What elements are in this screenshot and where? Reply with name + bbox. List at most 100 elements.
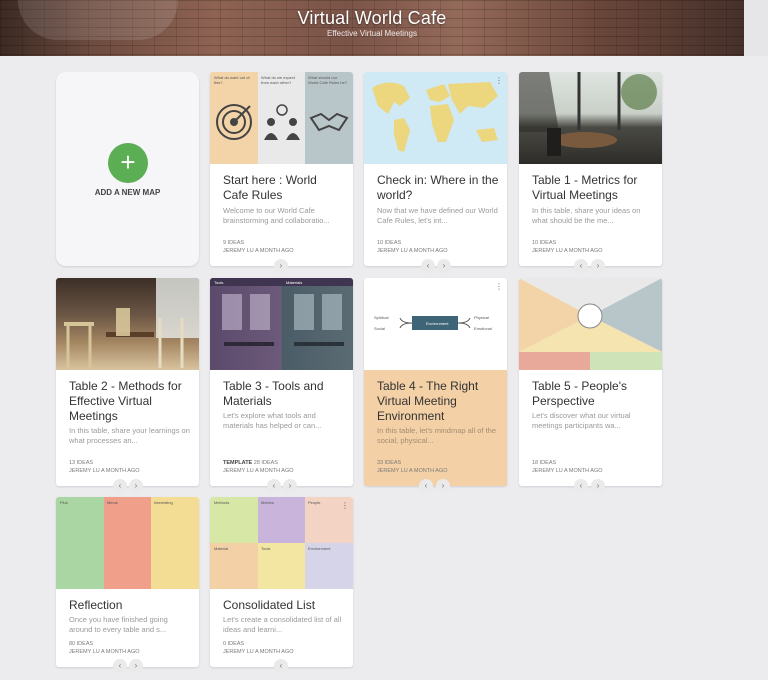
card-description: Let's create a consolidated list of all … bbox=[223, 615, 342, 634]
next-button[interactable]: › bbox=[129, 479, 143, 493]
card-description: In this table, let's mindmap all of the … bbox=[377, 426, 496, 445]
target-icon bbox=[216, 104, 252, 140]
chairs-photo-icon bbox=[64, 278, 199, 368]
mindmap-node: Social bbox=[374, 326, 385, 331]
mindmap-node: Physical bbox=[474, 315, 489, 320]
card-description: Let's discover what our virtual meetings… bbox=[532, 411, 631, 430]
restaurant-photo-thumbnail bbox=[56, 278, 199, 370]
thumb-cell-header: Tools bbox=[261, 546, 271, 551]
map-card-table-2[interactable]: Table 2 - Methods for Effective Virtual … bbox=[56, 278, 199, 493]
thumb-cell-header: Environment bbox=[308, 546, 331, 551]
card-idea-count: 0 IDEAS bbox=[223, 641, 245, 647]
meeting-room-photo-icon bbox=[222, 294, 344, 346]
card-author: JEREMY LU A MONTH AGO bbox=[223, 248, 294, 254]
tools-photo-thumbnail: Tools Materials bbox=[210, 278, 353, 370]
card-title: Table 5 - People's Perspective bbox=[532, 379, 628, 408]
prev-button[interactable]: ‹ bbox=[113, 659, 127, 673]
map-card-check-in[interactable]: ⋮ Check in: Where in the world? Now that… bbox=[364, 72, 507, 273]
add-new-map-label: ADD A NEW MAP bbox=[94, 188, 161, 197]
prev-button[interactable]: ‹ bbox=[274, 659, 288, 673]
card-author: JEREMY LU A MONTH AGO bbox=[223, 468, 294, 474]
card-idea-count: TEMPLATE 28 IDEAS bbox=[223, 460, 278, 466]
thumb-cell-header: Methods bbox=[214, 500, 230, 505]
prev-button[interactable]: ‹ bbox=[267, 479, 281, 493]
card-idea-count: 10 IDEAS bbox=[377, 240, 402, 246]
card-title: Table 4 - The Right Virtual Meeting Envi… bbox=[377, 379, 479, 423]
world-map-icon bbox=[372, 82, 498, 152]
thumb-column-header: Minus bbox=[107, 500, 118, 505]
next-button[interactable]: › bbox=[437, 259, 451, 273]
empathy-map-diagram-icon bbox=[519, 278, 662, 370]
world-map-thumbnail: ⋮ bbox=[364, 72, 507, 164]
card-title: Reflection bbox=[69, 598, 123, 612]
map-card-reflection[interactable]: Plus Minus Interesting Reflection Once y… bbox=[56, 497, 199, 673]
prev-button[interactable]: ‹ bbox=[574, 479, 588, 493]
page-subtitle: Effective Virtual Meetings bbox=[327, 29, 417, 38]
mindmap-thumbnail: Environment Spiritual Social Physical Em… bbox=[364, 278, 507, 370]
card-author: JEREMY LU A MONTH AGO bbox=[69, 468, 140, 474]
card-title: Table 1 - Metrics for Virtual Meetings bbox=[532, 173, 638, 202]
next-button[interactable]: › bbox=[591, 259, 605, 273]
more-options-icon[interactable]: ⋮ bbox=[495, 283, 503, 291]
thumb-column-header: Plus bbox=[60, 500, 68, 505]
next-button[interactable]: › bbox=[274, 259, 288, 273]
map-card-start-here[interactable]: What do want out of this? What do we exp… bbox=[210, 72, 353, 273]
six-grid-thumbnail: Methods Metrics People Material Tools En… bbox=[210, 497, 353, 589]
next-button[interactable]: › bbox=[436, 479, 450, 493]
card-author: JEREMY LU A MONTH AGO bbox=[532, 468, 603, 474]
thumb-cell-header: People bbox=[308, 500, 321, 505]
thumb-column-header: Tools bbox=[214, 280, 224, 285]
card-description: In this table, share your learnings on w… bbox=[69, 426, 190, 445]
card-title: Table 2 - Methods for Effective Virtual … bbox=[69, 379, 182, 423]
card-idea-count: 13 IDEAS bbox=[69, 460, 94, 466]
more-options-icon[interactable]: ⋮ bbox=[341, 502, 349, 510]
page-title: Virtual World Cafe bbox=[297, 8, 447, 28]
map-card-table-3[interactable]: Tools Materials Table 3 - Tools and Mate… bbox=[210, 278, 353, 493]
mindmap-center-node: Environment bbox=[426, 321, 449, 326]
card-description: In this table, share your ideas on what … bbox=[532, 206, 641, 225]
card-idea-count: 9 IDEAS bbox=[223, 240, 245, 246]
cafe-photo-thumbnail bbox=[519, 72, 662, 164]
mindmap-node: Spiritual bbox=[374, 315, 389, 320]
card-idea-count: 80 IDEAS bbox=[69, 641, 94, 647]
map-card-consolidated-list[interactable]: Methods Metrics People Material Tools En… bbox=[210, 497, 353, 673]
card-title: Start here : World Cafe Rules bbox=[223, 173, 317, 202]
card-title: Check in: Where in the world? bbox=[377, 173, 499, 202]
prev-button[interactable]: ‹ bbox=[113, 479, 127, 493]
add-new-map-card[interactable]: + ADD A NEW MAP bbox=[56, 72, 199, 266]
team-idea-icon bbox=[264, 104, 300, 140]
map-card-table-5[interactable]: Table 5 - People's Perspective Let's dis… bbox=[519, 278, 662, 493]
prev-button[interactable]: ‹ bbox=[421, 259, 435, 273]
next-button[interactable]: › bbox=[283, 479, 297, 493]
next-button[interactable]: › bbox=[129, 659, 143, 673]
card-author: JEREMY LU A MONTH AGO bbox=[377, 468, 448, 474]
empathy-map-thumbnail bbox=[519, 278, 662, 370]
thumb-column-header: Materials bbox=[286, 280, 303, 285]
prev-button[interactable]: ‹ bbox=[574, 259, 588, 273]
card-description: Let's explore what tools and materials h… bbox=[223, 411, 322, 430]
add-icon[interactable]: + bbox=[108, 143, 148, 183]
card-author: JEREMY LU A MONTH AGO bbox=[223, 649, 294, 655]
thumb-column-header: What do want out of this? bbox=[214, 75, 250, 85]
prev-button[interactable]: ‹ bbox=[419, 479, 433, 493]
card-author: JEREMY LU A MONTH AGO bbox=[69, 649, 140, 655]
thumb-column-header: What should our World Cafe Rules be? bbox=[308, 75, 348, 85]
card-description: Now that we have defined our World Cafe … bbox=[377, 206, 498, 225]
card-idea-count: 33 IDEAS bbox=[377, 460, 402, 466]
card-idea-count: 18 IDEAS bbox=[532, 460, 557, 466]
header-banner: Virtual World Cafe Effective Virtual Mee… bbox=[0, 0, 768, 56]
card-title: Consolidated List bbox=[223, 598, 316, 612]
card-description: Welcome to our World Cafe brainstorming … bbox=[223, 206, 330, 225]
map-card-table-1[interactable]: Table 1 - Metrics for Virtual Meetings I… bbox=[519, 72, 662, 273]
plus-minus-interesting-thumbnail: Plus Minus Interesting bbox=[56, 497, 199, 589]
map-card-table-4[interactable]: Environment Spiritual Social Physical Em… bbox=[364, 278, 507, 493]
handshake-icon bbox=[309, 112, 349, 132]
thumb-column-header: What do we expect from each other? bbox=[261, 75, 296, 85]
card-thumbnail: What do want out of this? What do we exp… bbox=[210, 72, 353, 164]
next-button[interactable]: › bbox=[591, 479, 605, 493]
more-options-icon[interactable]: ⋮ bbox=[495, 77, 503, 85]
thumb-cell-header: Material bbox=[214, 546, 229, 551]
card-idea-count: 10 IDEAS bbox=[532, 240, 557, 246]
thumb-column-header: Interesting bbox=[154, 500, 173, 505]
window-photo-icon bbox=[519, 72, 657, 156]
